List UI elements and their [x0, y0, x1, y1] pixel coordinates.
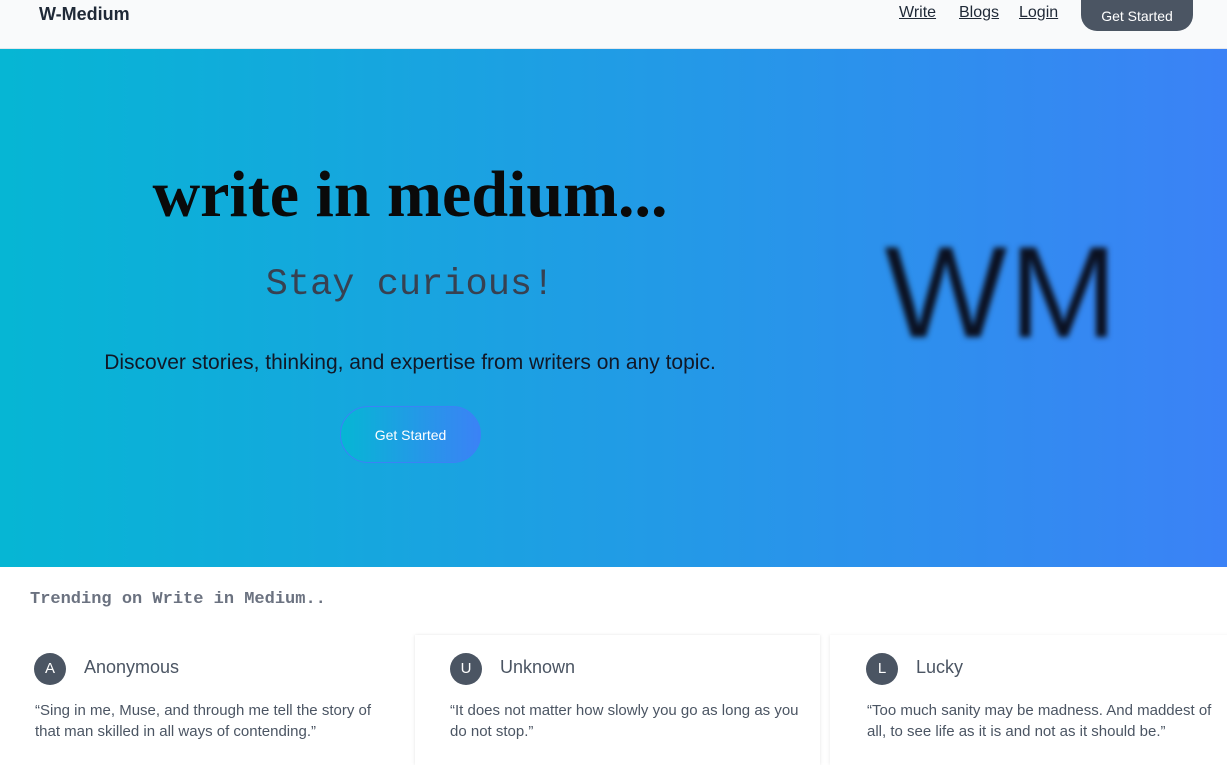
avatar: L	[866, 653, 898, 685]
avatar: U	[450, 653, 482, 685]
nav-link-blogs[interactable]: Blogs	[959, 4, 999, 22]
hero-get-started-button[interactable]: Get Started	[340, 406, 481, 463]
hero-subtitle: Stay curious!	[265, 264, 555, 306]
trending-card[interactable]: U Unknown “It does not matter how slowly…	[415, 635, 820, 765]
nav-get-started-button[interactable]: Get Started	[1081, 0, 1193, 31]
card-quote: “Sing in me, Muse, and through me tell t…	[35, 702, 371, 740]
wm-logo: WM	[884, 219, 1120, 365]
card-quote: “Too much sanity may be madness. And mad…	[867, 702, 1212, 740]
top-navbar: W-Medium Write Blogs Login Get Started	[0, 0, 1227, 49]
trending-card[interactable]: L Lucky “Too much sanity may be madness.…	[830, 635, 1227, 765]
author-name[interactable]: Anonymous	[84, 657, 179, 678]
brand-logo-text[interactable]: W-Medium	[39, 4, 130, 25]
nav-link-login[interactable]: Login	[1019, 4, 1058, 22]
author-name[interactable]: Lucky	[916, 657, 963, 678]
trending-heading: Trending on Write in Medium..	[30, 590, 326, 609]
hero-tagline: Discover stories, thinking, and expertis…	[104, 351, 716, 374]
hero-title: write in medium...	[152, 158, 668, 231]
avatar: A	[34, 653, 66, 685]
card-quote: “It does not matter how slowly you go as…	[450, 702, 799, 740]
nav-link-write[interactable]: Write	[899, 4, 936, 22]
author-name[interactable]: Unknown	[500, 657, 575, 678]
trending-card[interactable]: A Anonymous “Sing in me, Muse, and throu…	[0, 635, 405, 765]
hero-banner: write in medium... Stay curious! Discove…	[0, 49, 1227, 567]
